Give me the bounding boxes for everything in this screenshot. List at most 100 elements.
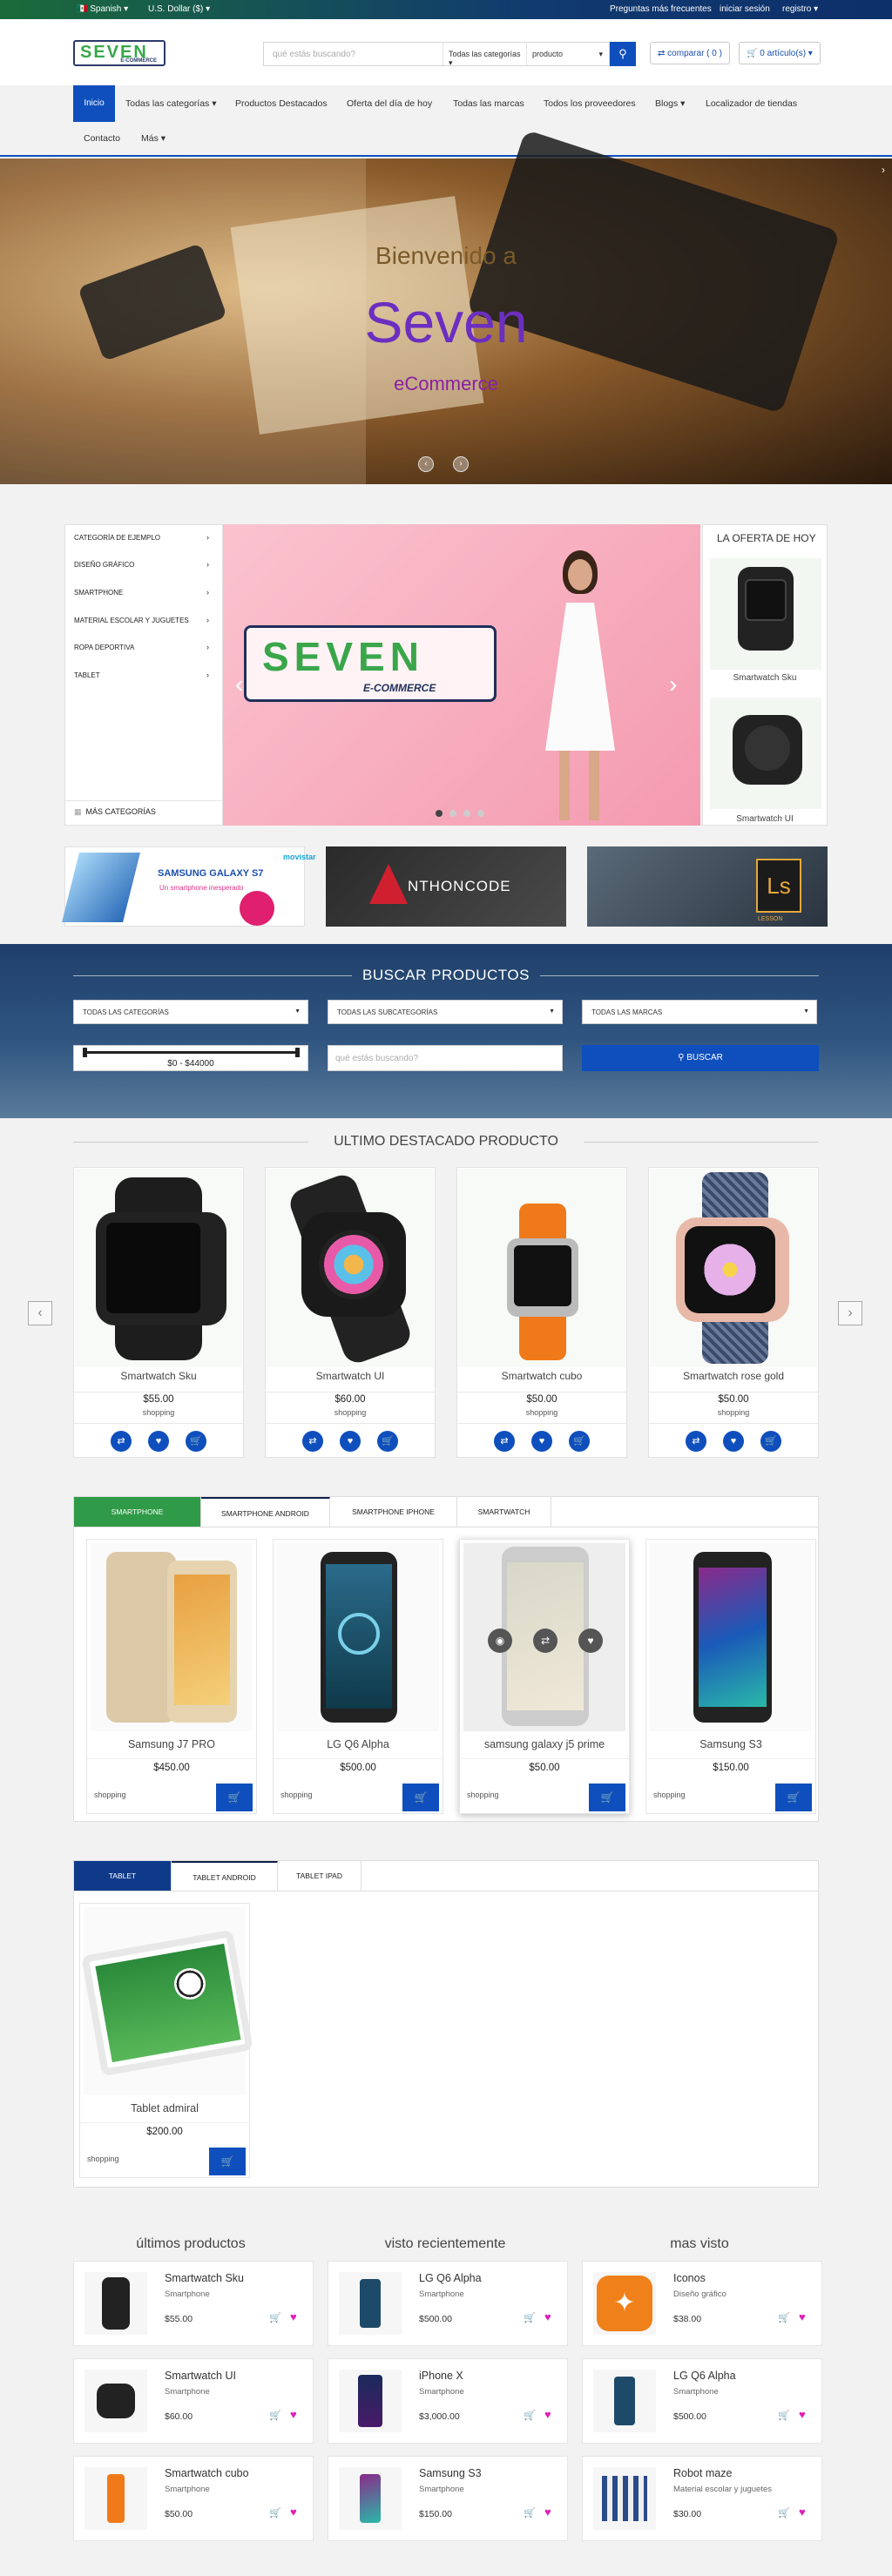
nav-contact[interactable]: Contacto xyxy=(84,133,120,144)
hero-side-arrow-icon[interactable]: › xyxy=(882,164,885,176)
heart-icon[interactable]: ♥ xyxy=(148,1431,169,1452)
product-image[interactable] xyxy=(650,1543,812,1731)
nav-deal-of-day[interactable]: Oferta del día de hoy xyxy=(347,98,432,109)
filter-brand-select[interactable]: TODAS LAS MARCAS ▼ xyxy=(582,1000,817,1024)
banner-dot[interactable] xyxy=(436,810,443,817)
quick-view-icon[interactable]: ◉ xyxy=(488,1629,512,1653)
compare-button[interactable]: ⇄ comparar ( 0 ) xyxy=(650,42,730,64)
currency-select[interactable]: U.S. Dollar ($) ▾ xyxy=(148,4,210,14)
price-range-slider[interactable]: $0 - $44000 xyxy=(73,1045,308,1071)
heart-icon[interactable]: ♥ xyxy=(340,1431,361,1452)
heart-icon[interactable]: ♥ xyxy=(544,2408,551,2421)
heart-icon[interactable]: ♥ xyxy=(290,2505,297,2519)
compare-icon[interactable]: ⇄ xyxy=(686,1431,706,1452)
add-to-cart-button[interactable]: 🛒 xyxy=(589,1784,625,1811)
product-thumbnail[interactable] xyxy=(593,2467,656,2530)
product-image[interactable] xyxy=(267,1169,434,1367)
product-image[interactable]: ◉ ⇄ ♥ xyxy=(463,1543,625,1731)
heart-icon[interactable]: ♥ xyxy=(578,1629,603,1653)
category-item[interactable]: TABLET › xyxy=(74,671,209,679)
product-image[interactable] xyxy=(458,1169,625,1367)
category-item[interactable]: SMARTPHONE › xyxy=(74,588,209,597)
list-item[interactable]: Samsung S3 Smartphone $150.00 🛒 ♥ xyxy=(328,2456,568,2541)
range-handle-min[interactable] xyxy=(83,1048,87,1057)
tab-smartphone-iphone[interactable]: SMARTPHONE IPHONE xyxy=(330,1497,457,1527)
list-item[interactable]: Robot maze Material escolar y juguetes $30… xyxy=(582,2456,822,2541)
compare-icon[interactable]: ⇄ xyxy=(111,1431,132,1452)
faq-link[interactable]: Preguntas más frecuentes xyxy=(610,4,712,14)
list-item[interactable]: ✦ Iconos Diseño gráfico $38.00 🛒 ♥ xyxy=(582,2261,822,2346)
product-thumbnail[interactable] xyxy=(339,2467,402,2530)
banner-dot[interactable] xyxy=(463,810,470,817)
heart-icon[interactable]: ♥ xyxy=(723,1431,744,1452)
product-card[interactable]: Smartwatch Sku $55.00 shopping ⇄ ♥ 🛒 xyxy=(73,1167,244,1458)
tab-tablet-ipad[interactable]: TABLET IPAD xyxy=(278,1861,362,1891)
tab-smartphone-android[interactable]: SMARTPHONE ANDROID xyxy=(201,1497,330,1527)
search-button[interactable]: ⚲ xyxy=(610,42,636,66)
promo-anthoncode[interactable]: NTHONCODE xyxy=(326,846,566,927)
compare-icon[interactable]: ⇄ xyxy=(302,1431,323,1452)
list-item[interactable]: Smartwatch UI Smartphone $60.00 🛒 ♥ xyxy=(73,2358,314,2444)
featured-prev-button[interactable]: ‹ xyxy=(28,1301,52,1325)
tab-tablet[interactable]: TABLET xyxy=(74,1861,172,1891)
product-image[interactable] xyxy=(81,1907,253,2095)
heart-icon[interactable]: ♥ xyxy=(290,2310,297,2323)
cart-button[interactable]: 🛒 0 artículo(s) ▾ xyxy=(739,42,821,64)
nav-more[interactable]: Más ▾ xyxy=(141,133,166,144)
product-card[interactable]: Smartwatch cubo $50.00 shopping ⇄ ♥ 🛒 xyxy=(456,1167,627,1458)
cart-icon[interactable]: 🛒 xyxy=(760,1431,781,1452)
list-item[interactable]: Smartwatch Sku Smartphone $55.00 🛒 ♥ xyxy=(73,2261,314,2346)
product-image[interactable] xyxy=(75,1169,242,1367)
banner-next-button[interactable]: › xyxy=(669,671,677,698)
add-to-cart-button[interactable]: 🛒 xyxy=(402,1784,439,1811)
tab-smartwatch[interactable]: SMARTWATCH xyxy=(457,1497,551,1527)
product-image[interactable] xyxy=(91,1543,253,1731)
category-item[interactable]: MATERIAL ESCOLAR Y JUGUETES › xyxy=(74,616,209,624)
heart-icon[interactable]: ♥ xyxy=(531,1431,552,1452)
category-select[interactable]: Todas las categorías ▾ xyxy=(443,43,526,67)
cart-icon[interactable]: 🛒 xyxy=(269,2410,281,2421)
promo-samsung[interactable]: movistar SAMSUNG GALAXY S7 Un smartphone… xyxy=(62,846,316,927)
deal-product-name[interactable]: Smartwatch UI xyxy=(703,814,827,824)
filter-category-select[interactable]: TODAS LAS CATEGORÍAS ▼ xyxy=(73,1000,308,1024)
filter-search-input[interactable]: qué estás buscando? xyxy=(328,1045,563,1071)
product-thumbnail[interactable] xyxy=(84,2272,147,2335)
heart-icon[interactable]: ♥ xyxy=(799,2505,806,2519)
list-item[interactable]: iPhone X Smartphone $3,000.00 🛒 ♥ xyxy=(328,2358,568,2444)
cart-icon[interactable]: 🛒 xyxy=(186,1431,206,1452)
product-image[interactable] xyxy=(277,1543,439,1731)
product-card[interactable]: Samsung S3 $150.00 shopping 🛒 xyxy=(645,1539,816,1814)
tab-tablet-android[interactable]: TABLET ANDROID xyxy=(172,1861,278,1891)
featured-next-button[interactable]: › xyxy=(838,1301,862,1325)
product-image[interactable] xyxy=(650,1169,817,1367)
category-item[interactable]: CATEGORÍA DE EJEMPLO › xyxy=(74,533,209,542)
list-item[interactable]: LG Q6 Alpha Smartphone $500.00 🛒 ♥ xyxy=(328,2261,568,2346)
hero-prev-button[interactable]: ‹ xyxy=(418,456,434,472)
filter-subcategory-select[interactable]: TODAS LAS SUBCATEGORÍAS ▼ xyxy=(328,1000,563,1024)
product-thumbnail[interactable] xyxy=(84,2467,147,2530)
cart-icon[interactable]: 🛒 xyxy=(778,2410,790,2421)
cart-icon[interactable]: 🛒 xyxy=(778,2312,790,2323)
nav-featured[interactable]: Productos Destacados xyxy=(235,98,328,109)
product-card[interactable]: LG Q6 Alpha $500.00 shopping 🛒 xyxy=(273,1539,443,1814)
cart-icon[interactable]: 🛒 xyxy=(569,1431,590,1452)
category-item[interactable]: DISEÑO GRÁFICO › xyxy=(74,560,209,569)
heart-icon[interactable]: ♥ xyxy=(544,2505,551,2519)
product-card[interactable]: Smartwatch rose gold $50.00 shopping ⇄ ♥… xyxy=(648,1167,819,1458)
list-item[interactable]: LG Q6 Alpha Smartphone $500.00 🛒 ♥ xyxy=(582,2358,822,2444)
banner-prev-button[interactable]: ‹ xyxy=(235,671,243,698)
product-card[interactable]: Tablet admiral $200.00 shopping 🛒 xyxy=(79,1903,253,2178)
list-item[interactable]: Smartwatch cubo Smartphone $50.00 🛒 ♥ xyxy=(73,2456,314,2541)
cart-icon[interactable]: 🛒 xyxy=(524,2410,536,2421)
deal-product-name[interactable]: Smartwatch Sku xyxy=(703,673,827,683)
product-card[interactable]: Smartwatch UI $60.00 shopping ⇄ ♥ 🛒 xyxy=(265,1167,436,1458)
cart-icon[interactable]: 🛒 xyxy=(269,2312,281,2323)
add-to-cart-button[interactable]: 🛒 xyxy=(216,1784,253,1811)
type-select[interactable]: producto ▾ xyxy=(526,43,610,65)
promo-lesson[interactable]: Ls LESSON xyxy=(587,846,828,927)
product-card[interactable]: ◉ ⇄ ♥ samsung galaxy j5 prime $50.00 sho… xyxy=(459,1539,630,1814)
heart-icon[interactable]: ♥ xyxy=(799,2408,806,2421)
cart-icon[interactable]: 🛒 xyxy=(377,1431,398,1452)
site-logo[interactable]: SEVEN E-COMMERCE xyxy=(73,40,166,66)
tab-smartphone[interactable]: SMARTPHONE xyxy=(74,1497,201,1527)
